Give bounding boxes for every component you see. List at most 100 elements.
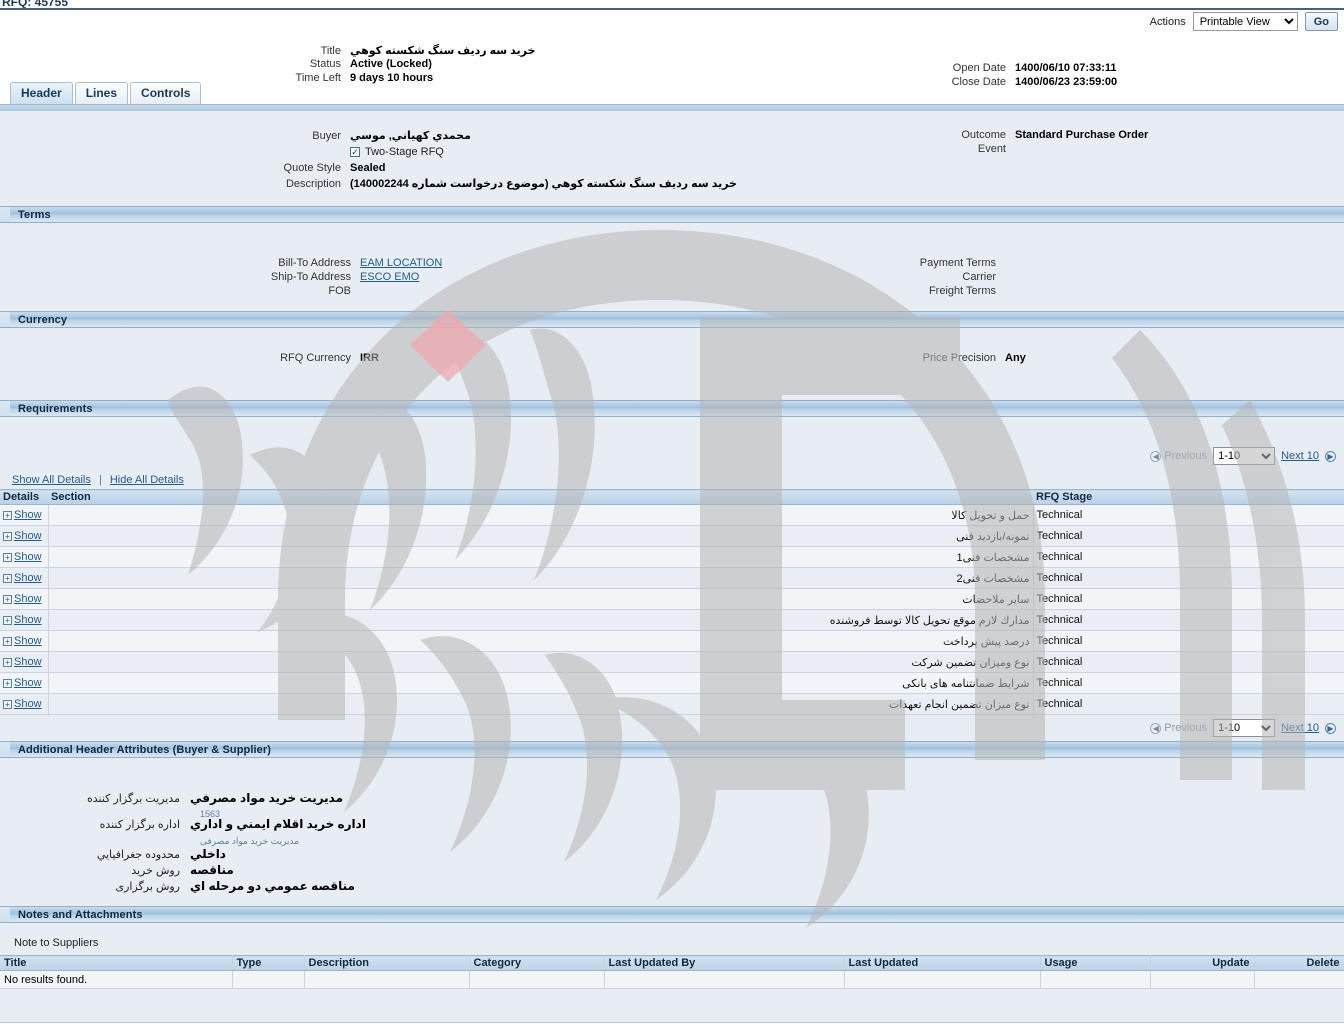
section-name-cell: مشخصات فنی1 — [48, 546, 1034, 568]
details-cell: + Show — [0, 630, 49, 652]
attribute-row: محدوده جغرافیایي داخلي — [0, 847, 226, 861]
title-field: Title خرید سه ردیف سنگ شکسته کوهي — [170, 44, 536, 57]
tab-bar: Header Lines Controls — [0, 82, 1344, 104]
show-details-link[interactable]: Show — [14, 530, 42, 542]
col-rfq-stage: RFQ Stage — [1033, 489, 1344, 505]
rfq-currency-label: RFQ Currency — [280, 352, 351, 364]
attribute-row: اداره برگزار کننده اداره خرید اقلام ایمن… — [0, 817, 366, 831]
price-precision-value: Any — [1005, 352, 1026, 364]
show-details-link[interactable]: Show — [14, 656, 42, 668]
bill-to-field: Bill-To Address EAM LOCATION — [180, 257, 442, 269]
section-bar-left — [0, 907, 10, 922]
expand-plus-icon[interactable]: + — [3, 552, 12, 562]
page-range-select-top[interactable]: 1-10 — [1213, 447, 1276, 465]
show-details-link[interactable]: Show — [14, 572, 42, 584]
attribute-label: اداره برگزار کننده — [99, 819, 180, 831]
table-row: + Show مشخصات فنی1 Technical — [0, 546, 1344, 568]
next-arrow-icon[interactable]: ▶ — [1325, 450, 1336, 462]
table-row: + Show شرایط ضمانتنامه های بانکی Technical — [0, 672, 1344, 694]
requirements-pager-top: ◀ Previous 1-10 Next 10 ▶ — [0, 443, 1344, 469]
tab-underline — [0, 104, 1344, 111]
expand-plus-icon[interactable]: + — [3, 678, 12, 688]
table-row: + Show مشخصات فنی2 Technical — [0, 567, 1344, 589]
expand-plus-icon[interactable]: + — [3, 594, 12, 604]
freight-terms-field: Freight Terms — [820, 285, 1005, 297]
next-10-link-top[interactable]: Next 10 — [1281, 450, 1319, 462]
previous-arrow-icon: ◀ — [1150, 451, 1162, 462]
attribute-row: روش خرید مناقصه — [0, 863, 234, 877]
expand-plus-icon[interactable]: + — [3, 636, 12, 646]
show-details-link[interactable]: Show — [14, 614, 42, 626]
rfq-number: RFQ: 45755 — [2, 0, 69, 9]
currency-section-title: Currency — [18, 313, 68, 326]
table-row: + Show حمل و تحویل کالا Technical — [0, 504, 1344, 526]
outcome-label: Outcome — [961, 129, 1006, 141]
tab-controls[interactable]: Controls — [130, 82, 202, 104]
next-10-link-bottom[interactable]: Next 10 — [1281, 722, 1319, 734]
expand-plus-icon[interactable]: + — [3, 657, 12, 667]
show-details-link[interactable]: Show — [14, 698, 42, 710]
col-update: Update — [1150, 955, 1255, 971]
quote-style-value: Sealed — [350, 162, 386, 174]
open-date-label: Open Date — [952, 62, 1006, 74]
rfq-currency-field: RFQ Currency IRR — [180, 352, 379, 364]
quote-style-field: Quote Style Sealed — [170, 162, 386, 174]
rfq-stage-cell: Technical — [1033, 504, 1344, 526]
col-last-updated-by: Last Updated By — [604, 955, 845, 971]
show-details-link[interactable]: Show — [14, 677, 42, 689]
section-bar-left — [0, 742, 10, 757]
show-details-link[interactable]: Show — [14, 593, 42, 605]
bill-to-label: Bill-To Address — [278, 257, 351, 269]
col-delete: Delete — [1254, 955, 1344, 971]
rfq-stage-cell: Technical — [1033, 651, 1344, 673]
bill-to-address-link[interactable]: EAM LOCATION — [360, 257, 442, 269]
table-row: + Show درصد پیش پرداخت Technical — [0, 630, 1344, 652]
actions-select[interactable]: Printable View — [1192, 12, 1298, 31]
notes-empty-cell — [844, 970, 1041, 989]
outcome-field: Outcome Standard Purchase Order — [830, 129, 1148, 141]
title-label: Title — [320, 45, 341, 57]
two-stage-rfq-field: ✓ Two-Stage RFQ — [350, 146, 444, 158]
section-name-cell: نمونه/بازدید فنی — [48, 525, 1034, 547]
price-precision-field: Price Precision Any — [820, 352, 1026, 364]
show-all-details-link[interactable]: Show All Details — [12, 474, 91, 486]
expand-plus-icon[interactable]: + — [3, 510, 12, 520]
tab-lines[interactable]: Lines — [74, 82, 129, 104]
ship-to-address-link[interactable]: ESCO EMO — [360, 271, 419, 283]
requirements-spacer — [0, 417, 1344, 443]
details-cell: + Show — [0, 504, 49, 526]
notes-footer-space — [0, 989, 1344, 1022]
freight-terms-label: Freight Terms — [928, 285, 996, 297]
table-row: + Show نوع میزان تضمین انجام تعهدات Technic… — [0, 693, 1344, 715]
col-type: Type — [232, 955, 305, 971]
carrier-field: Carrier — [820, 271, 1005, 283]
details-cell: + Show — [0, 588, 49, 610]
expand-plus-icon[interactable]: + — [3, 615, 12, 625]
page-range-select-bottom[interactable]: 1-10 — [1213, 719, 1276, 737]
hide-all-details-link[interactable]: Hide All Details — [110, 474, 184, 486]
fob-label: FOB — [328, 285, 351, 297]
requirements-section-title: Requirements — [18, 402, 93, 415]
attribute-value: مناقصه عمومي دو مرحله اي — [190, 879, 355, 893]
expand-plus-icon[interactable]: + — [3, 573, 12, 583]
details-cell: + Show — [0, 693, 49, 715]
go-button[interactable]: Go — [1304, 12, 1338, 31]
attribute-value: مناقصه — [190, 863, 234, 877]
event-label: Event — [977, 143, 1006, 155]
notes-empty-cell — [469, 970, 605, 989]
show-details-link[interactable]: Show — [14, 635, 42, 647]
details-cell: + Show — [0, 672, 49, 694]
title-value: خرید سه ردیف سنگ شکسته کوهي — [350, 45, 536, 57]
requirements-section-header: Requirements — [0, 400, 1344, 417]
expand-plus-icon[interactable]: + — [3, 699, 12, 709]
open-date-field: Open Date 1400/06/10 07:33:11 — [830, 62, 1117, 74]
show-details-link[interactable]: Show — [14, 509, 42, 521]
show-details-link[interactable]: Show — [14, 551, 42, 563]
section-name-cell: شرایط ضمانتنامه های بانکی — [48, 672, 1034, 694]
expand-plus-icon[interactable]: + — [3, 531, 12, 541]
two-stage-checkbox[interactable]: ✓ — [350, 147, 360, 157]
tab-header[interactable]: Header — [10, 82, 73, 104]
next-arrow-icon[interactable]: ▶ — [1325, 722, 1336, 734]
attribute-label: روش خرید — [131, 865, 180, 877]
section-name-cell: نوع میزان تضمین انجام تعهدات — [48, 693, 1034, 715]
